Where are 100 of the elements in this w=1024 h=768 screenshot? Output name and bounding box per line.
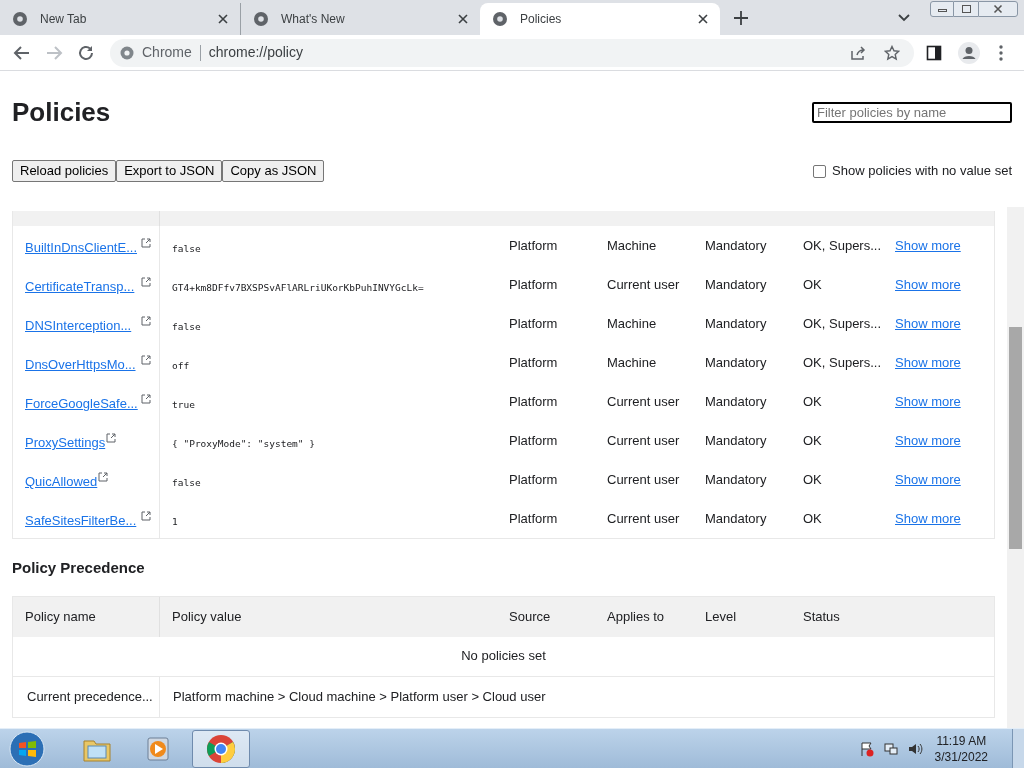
table-cell-text: Mandatory <box>705 314 767 333</box>
new-tab-icon[interactable] <box>734 11 748 25</box>
policy-value: true <box>172 399 195 410</box>
start-button[interactable] <box>8 729 46 768</box>
menu-icon[interactable] <box>998 43 1004 62</box>
table-cell-text: Mandatory <box>705 275 767 294</box>
table-cell-text: OK <box>803 431 822 450</box>
filter-field[interactable]: Filter policies by name <box>812 101 1012 123</box>
table-cell-text: Platform <box>509 353 558 372</box>
table-cell-text: OK <box>803 470 822 489</box>
scrollbar-thumb[interactable] <box>1009 327 1022 549</box>
table-cell-text: Mandatory <box>705 470 767 489</box>
table-cell-text: Machine <box>607 353 657 372</box>
table-cell-text: Machine <box>607 236 657 255</box>
clock-time: 11:19 AM <box>936 732 987 749</box>
table-cell-text: Current user <box>607 392 680 411</box>
policy-name-link[interactable]: DNSInterception... <box>25 316 132 336</box>
column-header: Applies to <box>607 608 665 624</box>
close-icon[interactable] <box>698 14 708 24</box>
show-more-link[interactable]: Show more <box>895 313 961 334</box>
column-header: Status <box>803 608 840 624</box>
show-more-link[interactable]: Show more <box>895 508 961 529</box>
column-header: Source <box>509 608 551 624</box>
minimize-button[interactable] <box>930 1 954 17</box>
table-cell-text: Mandatory <box>705 236 767 255</box>
show-more-link[interactable]: Show more <box>895 469 961 490</box>
table-cell-text: Mandatory <box>705 353 767 372</box>
table-cell-text: Platform <box>509 392 558 411</box>
external-link-icon[interactable] <box>141 394 151 404</box>
policy-name-link[interactable]: BuiltInDnsClientE... <box>25 238 137 258</box>
policy-value: GT4+km8DFfv7BXSPSvAFlARLriUKorKbPuhINVYGcLk= <box>172 282 424 293</box>
show-more-link[interactable]: Show more <box>895 352 961 373</box>
table-cell-text: Mandatory <box>705 509 767 528</box>
table-cell-text: Platform <box>509 470 558 489</box>
close-icon[interactable] <box>458 14 468 24</box>
policy-name-link[interactable]: DnsOverHttpsMo... <box>25 355 136 375</box>
close-icon[interactable] <box>218 14 228 24</box>
table-cell-text: Platform <box>509 236 558 255</box>
empty-message: No policies set <box>13 636 994 677</box>
browser-tab[interactable]: New Tab <box>0 3 240 35</box>
column-header: Policy value <box>172 608 242 624</box>
table-cell-text: Machine <box>607 314 657 333</box>
checkbox[interactable] <box>813 164 827 178</box>
table-cell: Current precedence... <box>13 676 160 717</box>
table-cell-text: OK <box>803 509 822 528</box>
origin-label: Chrome <box>142 43 192 62</box>
external-link-icon[interactable] <box>98 472 109 482</box>
network-icon[interactable] <box>882 740 899 757</box>
scrollbar[interactable] <box>1007 207 1024 728</box>
star-icon[interactable] <box>884 44 900 61</box>
policy-name-link[interactable]: ForceGoogleSafe... <box>25 394 138 414</box>
external-link-icon[interactable] <box>106 433 117 443</box>
external-link-icon[interactable] <box>141 238 151 248</box>
external-link-icon[interactable] <box>141 277 151 287</box>
policy-name-link[interactable]: QuicAllowed <box>25 472 98 492</box>
restore-button[interactable] <box>954 1 978 17</box>
table-cell-text: Platform machine > Cloud machine > Platform user > Cloud user <box>172 687 547 706</box>
table-cell-text: OK <box>803 392 822 411</box>
side-panel-icon[interactable] <box>926 44 942 61</box>
toolbar-button[interactable]: Export to JSON <box>116 160 223 182</box>
toolbar-button[interactable]: Reload policies <box>12 160 117 182</box>
external-link-icon[interactable] <box>141 511 151 521</box>
table-cell-text: OK, Supers... <box>803 236 882 255</box>
address-bar[interactable]: Chrome chrome://policy <box>110 38 914 67</box>
policy-name-link[interactable]: ProxySettings <box>25 433 106 453</box>
table-cell-text: Platform <box>509 314 558 333</box>
table-cell-text: Current user <box>607 275 680 294</box>
toolbar-button[interactable]: Copy as JSON <box>222 160 325 182</box>
table-cell-text: OK, Supers... <box>803 353 882 372</box>
table-cell-text: Mandatory <box>705 431 767 450</box>
policy-value: false <box>172 477 201 488</box>
table-cell-text: Platform <box>509 275 558 294</box>
external-link-icon[interactable] <box>141 316 151 326</box>
column-header: Level <box>705 608 737 624</box>
profile-icon[interactable] <box>958 41 980 64</box>
taskbar-button[interactable] <box>192 729 250 768</box>
show-more-link[interactable]: Show more <box>895 235 961 256</box>
policy-value: off <box>172 360 190 371</box>
section-title: Policy Precedence <box>12 558 146 578</box>
policy-name-link[interactable]: CertificateTransp... <box>25 277 135 297</box>
external-link-icon[interactable] <box>141 355 151 365</box>
tab-search-icon[interactable] <box>898 14 910 22</box>
show-more-link[interactable]: Show more <box>895 430 961 451</box>
table-cell-text: OK, Supers... <box>803 314 882 333</box>
policy-value: false <box>172 243 201 254</box>
table-cell-text: Platform <box>509 431 558 450</box>
table-cell-text: Platform <box>509 509 558 528</box>
share-icon[interactable] <box>850 44 866 61</box>
browser-tab[interactable]: Policies <box>480 3 720 35</box>
table-cell-text: Current user <box>607 431 680 450</box>
table-cell-text: Mandatory <box>705 392 767 411</box>
flag-icon[interactable] <box>858 740 875 757</box>
url-text: chrome://policy <box>208 43 303 62</box>
table-cell-text: OK <box>803 275 822 294</box>
checkbox-label: Show policies with no value set <box>832 162 1012 181</box>
policy-value: false <box>172 321 201 332</box>
policy-value: 1 <box>172 516 178 527</box>
show-more-link[interactable]: Show more <box>895 391 961 412</box>
show-more-link[interactable]: Show more <box>895 274 961 295</box>
policy-name-link[interactable]: SafeSitesFilterBe... <box>25 511 137 531</box>
